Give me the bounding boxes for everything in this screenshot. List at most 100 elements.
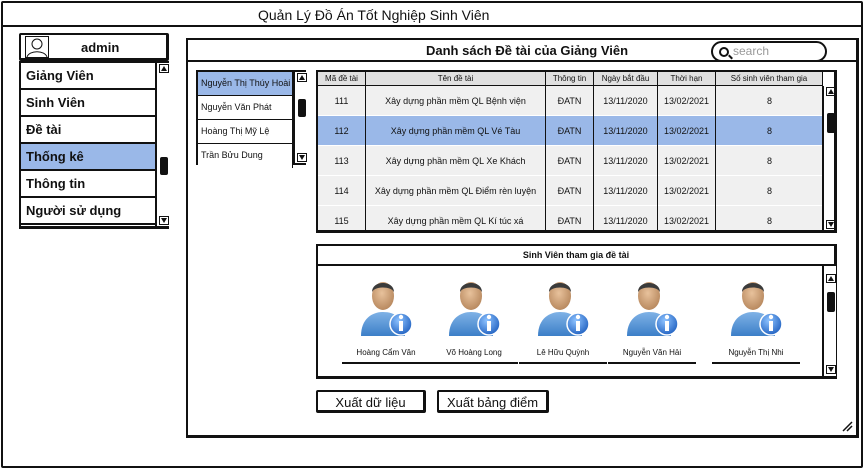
topic-name: Xây dựng phần mềm QL Kí túc xá <box>366 206 546 230</box>
user-avatar-icon <box>25 36 49 58</box>
scroll-down-icon[interactable] <box>159 216 169 225</box>
sidebar-item-label: Người sử dụng <box>26 203 122 218</box>
scroll-down-icon[interactable] <box>826 365 836 374</box>
topic-table: Mã đề tài Tên đề tài Thông tin Ngày bắt … <box>316 70 837 233</box>
column-header[interactable]: Mã đề tài <box>318 72 366 86</box>
topic-id: 113 <box>318 146 366 176</box>
user-box[interactable]: admin <box>19 33 169 61</box>
teacher-item[interactable]: Hoàng Thị Mỹ Lệ <box>198 120 293 144</box>
scroll-down-icon[interactable] <box>826 220 834 229</box>
topic-start: 13/11/2020 <box>594 176 658 206</box>
export-data-button[interactable]: Xuất dữ liệu <box>316 390 426 413</box>
student-name: Hoàng Cẩm Vân <box>356 348 416 357</box>
scroll-thumb[interactable] <box>827 113 834 133</box>
sidebar-item-sinh-vien[interactable]: Sinh Viên <box>21 90 157 117</box>
topic-deadline: 13/02/2021 <box>658 206 716 230</box>
topic-info: ĐATN <box>546 206 594 230</box>
scroll-up-icon[interactable] <box>159 64 169 73</box>
scroll-thumb[interactable] <box>160 157 168 175</box>
sidebar-item-label: Thống kê <box>26 149 84 164</box>
export-grades-button[interactable]: Xuất bảng điểm <box>437 390 549 413</box>
teacher-item[interactable]: Nguyễn Văn Phát <box>198 96 293 120</box>
column-header[interactable]: Tên đề tài <box>366 72 546 86</box>
user-info-icon <box>449 282 501 336</box>
column-header[interactable]: Thông tin <box>546 72 594 86</box>
main-header: Danh sách Đề tài của Giảng Viên <box>188 40 856 62</box>
search-input[interactable] <box>733 44 821 58</box>
teacher-name: Trần Bửu Dung <box>201 150 263 160</box>
sidebar-item-giang-vien[interactable]: Giảng Viên <box>21 63 157 90</box>
sidebar-item-label: Đề tài <box>26 122 62 137</box>
scroll-down-icon[interactable] <box>297 153 307 162</box>
topic-name: Xây dựng phần mềm QL Xe Khách <box>366 146 546 176</box>
topic-start: 13/11/2020 <box>594 146 658 176</box>
app-window: Quản Lý Đồ Án Tốt Nghiệp Sinh Viên admin… <box>1 1 863 468</box>
student-card[interactable]: Võ Hoàng Long <box>428 276 520 366</box>
column-header[interactable]: Ngày bắt đầu <box>594 72 658 86</box>
sidebar-item-label: Thông tin <box>26 176 86 191</box>
sidebar-item-label: Giảng Viên <box>26 68 94 83</box>
student-card[interactable]: Lê Hữu Quỳnh <box>517 276 609 366</box>
divider <box>430 362 518 364</box>
student-card[interactable]: Nguyễn Thị Nhi <box>710 276 802 366</box>
column-header[interactable]: Thời hạn <box>658 72 716 86</box>
table-row[interactable]: 113 Xây dựng phần mềm QL Xe Khách ĐATN 1… <box>318 146 823 176</box>
user-name: admin <box>81 40 120 55</box>
topic-start: 13/11/2020 <box>594 86 658 116</box>
teacher-item[interactable]: Nguyễn Thị Thúy Hoài <box>198 72 293 96</box>
sidebar-item-label: Sinh Viên <box>26 95 85 110</box>
table-row[interactable]: 112 Xây dựng phần mềm QL Vé Tàu ĐATN 13/… <box>318 116 823 146</box>
topic-id: 111 <box>318 86 366 116</box>
teacher-name: Hoàng Thị Mỹ Lệ <box>201 126 270 136</box>
sidebar-item-thong-tin[interactable]: Thông tin <box>21 171 157 198</box>
user-info-icon <box>538 282 590 336</box>
topic-deadline: 13/02/2021 <box>658 146 716 176</box>
topic-table-scrollbar[interactable] <box>822 86 834 230</box>
teacher-name: Nguyễn Văn Phát <box>201 102 272 112</box>
teacher-list-scrollbar[interactable] <box>293 72 307 163</box>
search-box[interactable] <box>711 41 827 62</box>
topic-name: Xây dựng phần mềm QL Bệnh viện <box>366 86 546 116</box>
topic-count: 8 <box>766 96 772 106</box>
user-info-icon <box>361 282 413 336</box>
student-card[interactable]: Nguyễn Văn Hải <box>606 276 698 366</box>
sidebar-item-thong-ke[interactable]: Thống kê <box>21 144 157 171</box>
topic-info: ĐATN <box>546 176 594 206</box>
user-info-icon <box>627 282 679 336</box>
topic-id: 112 <box>318 116 366 146</box>
app-title: Quản Lý Đồ Án Tốt Nghiệp Sinh Viên <box>258 7 490 23</box>
student-card[interactable]: Hoàng Cẩm Vân <box>340 276 432 366</box>
user-info-icon <box>731 282 783 336</box>
divider <box>519 362 607 364</box>
divider <box>608 362 696 364</box>
teacher-item[interactable]: Trần Bửu Dung <box>198 144 293 168</box>
title-bar: Quản Lý Đồ Án Tốt Nghiệp Sinh Viên <box>3 3 861 27</box>
student-name: Võ Hoàng Long <box>446 348 502 357</box>
scroll-up-icon[interactable] <box>826 87 834 96</box>
table-row[interactable]: 111 Xây dựng phần mềm QL Bệnh viện ĐATN … <box>318 86 823 116</box>
table-row[interactable]: 114 Xây dựng phần mềm QL Điểm rèn luyện … <box>318 176 823 206</box>
scroll-thumb[interactable] <box>827 292 835 312</box>
student-name: Nguyễn Văn Hải <box>622 348 682 357</box>
topic-start: 13/11/2020 <box>594 116 658 146</box>
table-row[interactable]: 115 Xây dựng phần mềm QL Kí túc xá ĐATN … <box>318 206 823 230</box>
topic-start: 13/11/2020 <box>594 206 658 230</box>
resize-grip-icon[interactable] <box>841 420 853 432</box>
student-name: Nguyễn Thị Nhi <box>728 348 784 357</box>
sidebar-scrollbar[interactable] <box>155 63 169 226</box>
scroll-thumb[interactable] <box>298 99 306 117</box>
topic-name: Xây dựng phần mềm QL Vé Tàu <box>366 116 546 146</box>
sidebar-nav: Giảng Viên Sinh Viên Đề tài Thống kê Thô… <box>19 61 169 229</box>
sidebar-item-de-tai[interactable]: Đề tài <box>21 117 157 144</box>
sidebar-item-nguoi-su-dung[interactable]: Người sử dụng <box>21 198 157 225</box>
scroll-up-icon[interactable] <box>297 73 307 82</box>
column-header[interactable]: Số sinh viên tham gia <box>716 72 823 86</box>
students-panel-title: Sinh Viên tham gia đề tài <box>318 246 834 266</box>
students-scrollbar[interactable] <box>822 266 836 376</box>
page-title: Danh sách Đề tài của Giảng Viên <box>426 43 629 58</box>
teacher-list: Nguyễn Thị Thúy Hoài Nguyễn Văn Phát Hoà… <box>196 70 307 168</box>
student-name: Lê Hữu Quỳnh <box>536 348 590 357</box>
scroll-up-icon[interactable] <box>826 274 836 283</box>
main-panel: Danh sách Đề tài của Giảng Viên Nguyễn T… <box>186 38 859 438</box>
topic-info: ĐATN <box>546 86 594 116</box>
